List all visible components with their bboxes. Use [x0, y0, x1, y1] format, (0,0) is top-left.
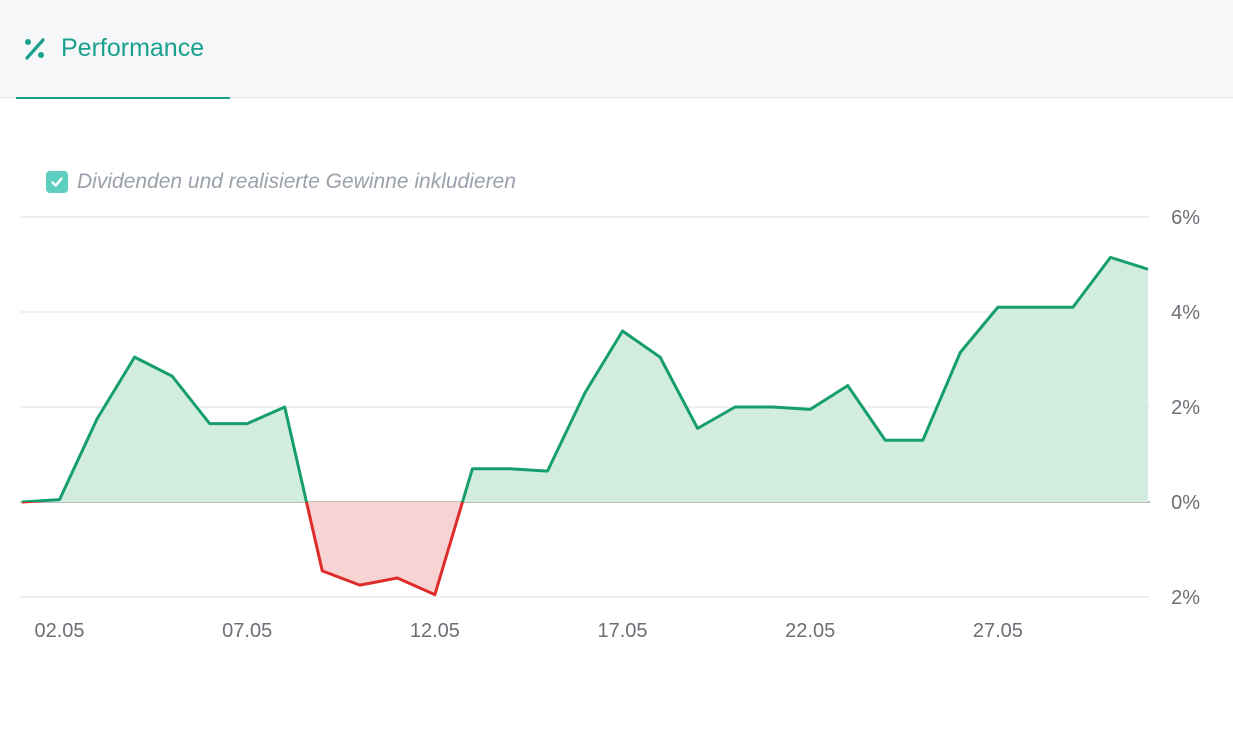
data-point[interactable] [694, 424, 702, 432]
tab-performance[interactable]: Performance [16, 0, 230, 99]
data-point[interactable] [356, 581, 364, 589]
data-point[interactable] [731, 403, 739, 411]
data-point[interactable] [281, 403, 289, 411]
data-point[interactable] [168, 372, 176, 380]
data-point[interactable] [1144, 265, 1152, 273]
y-tick-label: 0% [1171, 492, 1200, 514]
data-point[interactable] [468, 465, 476, 473]
data-point[interactable] [956, 348, 964, 356]
tab-label: Performance [61, 34, 205, 62]
data-point[interactable] [56, 496, 64, 504]
data-point[interactable] [131, 353, 139, 361]
data-point[interactable] [881, 436, 889, 444]
check-icon [51, 177, 63, 187]
data-point[interactable] [18, 498, 26, 506]
data-point[interactable] [1069, 303, 1077, 311]
data-point[interactable] [506, 465, 514, 473]
x-tick-label: 12.05 [410, 620, 460, 642]
data-point[interactable] [919, 436, 927, 444]
x-tick-label: 02.05 [35, 620, 85, 642]
x-tick-label: 07.05 [222, 620, 272, 642]
data-point[interactable] [1031, 303, 1039, 311]
performance-chart: 6% 4% 2% 0% 2% 02.05 07.05 12.05 17.05 22.05 27.0… [18, 207, 1200, 642]
x-tick-label: 22.05 [785, 620, 835, 642]
area-fill-positive [22, 257, 1148, 502]
data-point[interactable] [581, 389, 589, 397]
data-point[interactable] [93, 415, 101, 423]
y-tick-label: 2% [1171, 587, 1200, 609]
data-point[interactable] [769, 403, 777, 411]
x-tick-label: 17.05 [598, 620, 648, 642]
data-point[interactable] [393, 574, 401, 582]
y-tick-label: 2% [1171, 397, 1200, 419]
data-point[interactable] [619, 327, 627, 335]
percent-icon [25, 38, 45, 60]
area-fill [22, 257, 1148, 595]
y-tick-label: 4% [1171, 302, 1200, 324]
data-point[interactable] [543, 467, 551, 475]
data-point[interactable] [318, 567, 326, 575]
y-tick-label: 6% [1171, 207, 1200, 229]
data-point[interactable] [431, 591, 439, 599]
data-point[interactable] [844, 382, 852, 390]
data-point[interactable] [1106, 253, 1114, 261]
y-axis: 6% 4% 2% 0% 2% [1171, 207, 1200, 609]
data-point[interactable] [656, 353, 664, 361]
data-point[interactable] [243, 420, 251, 428]
x-axis: 02.05 07.05 12.05 17.05 22.05 27.05 [35, 620, 1023, 642]
data-point[interactable] [994, 303, 1002, 311]
tab-bar: Performance [0, 0, 1233, 99]
data-point[interactable] [806, 405, 814, 413]
data-point[interactable] [206, 420, 214, 428]
x-tick-label: 27.05 [973, 620, 1023, 642]
